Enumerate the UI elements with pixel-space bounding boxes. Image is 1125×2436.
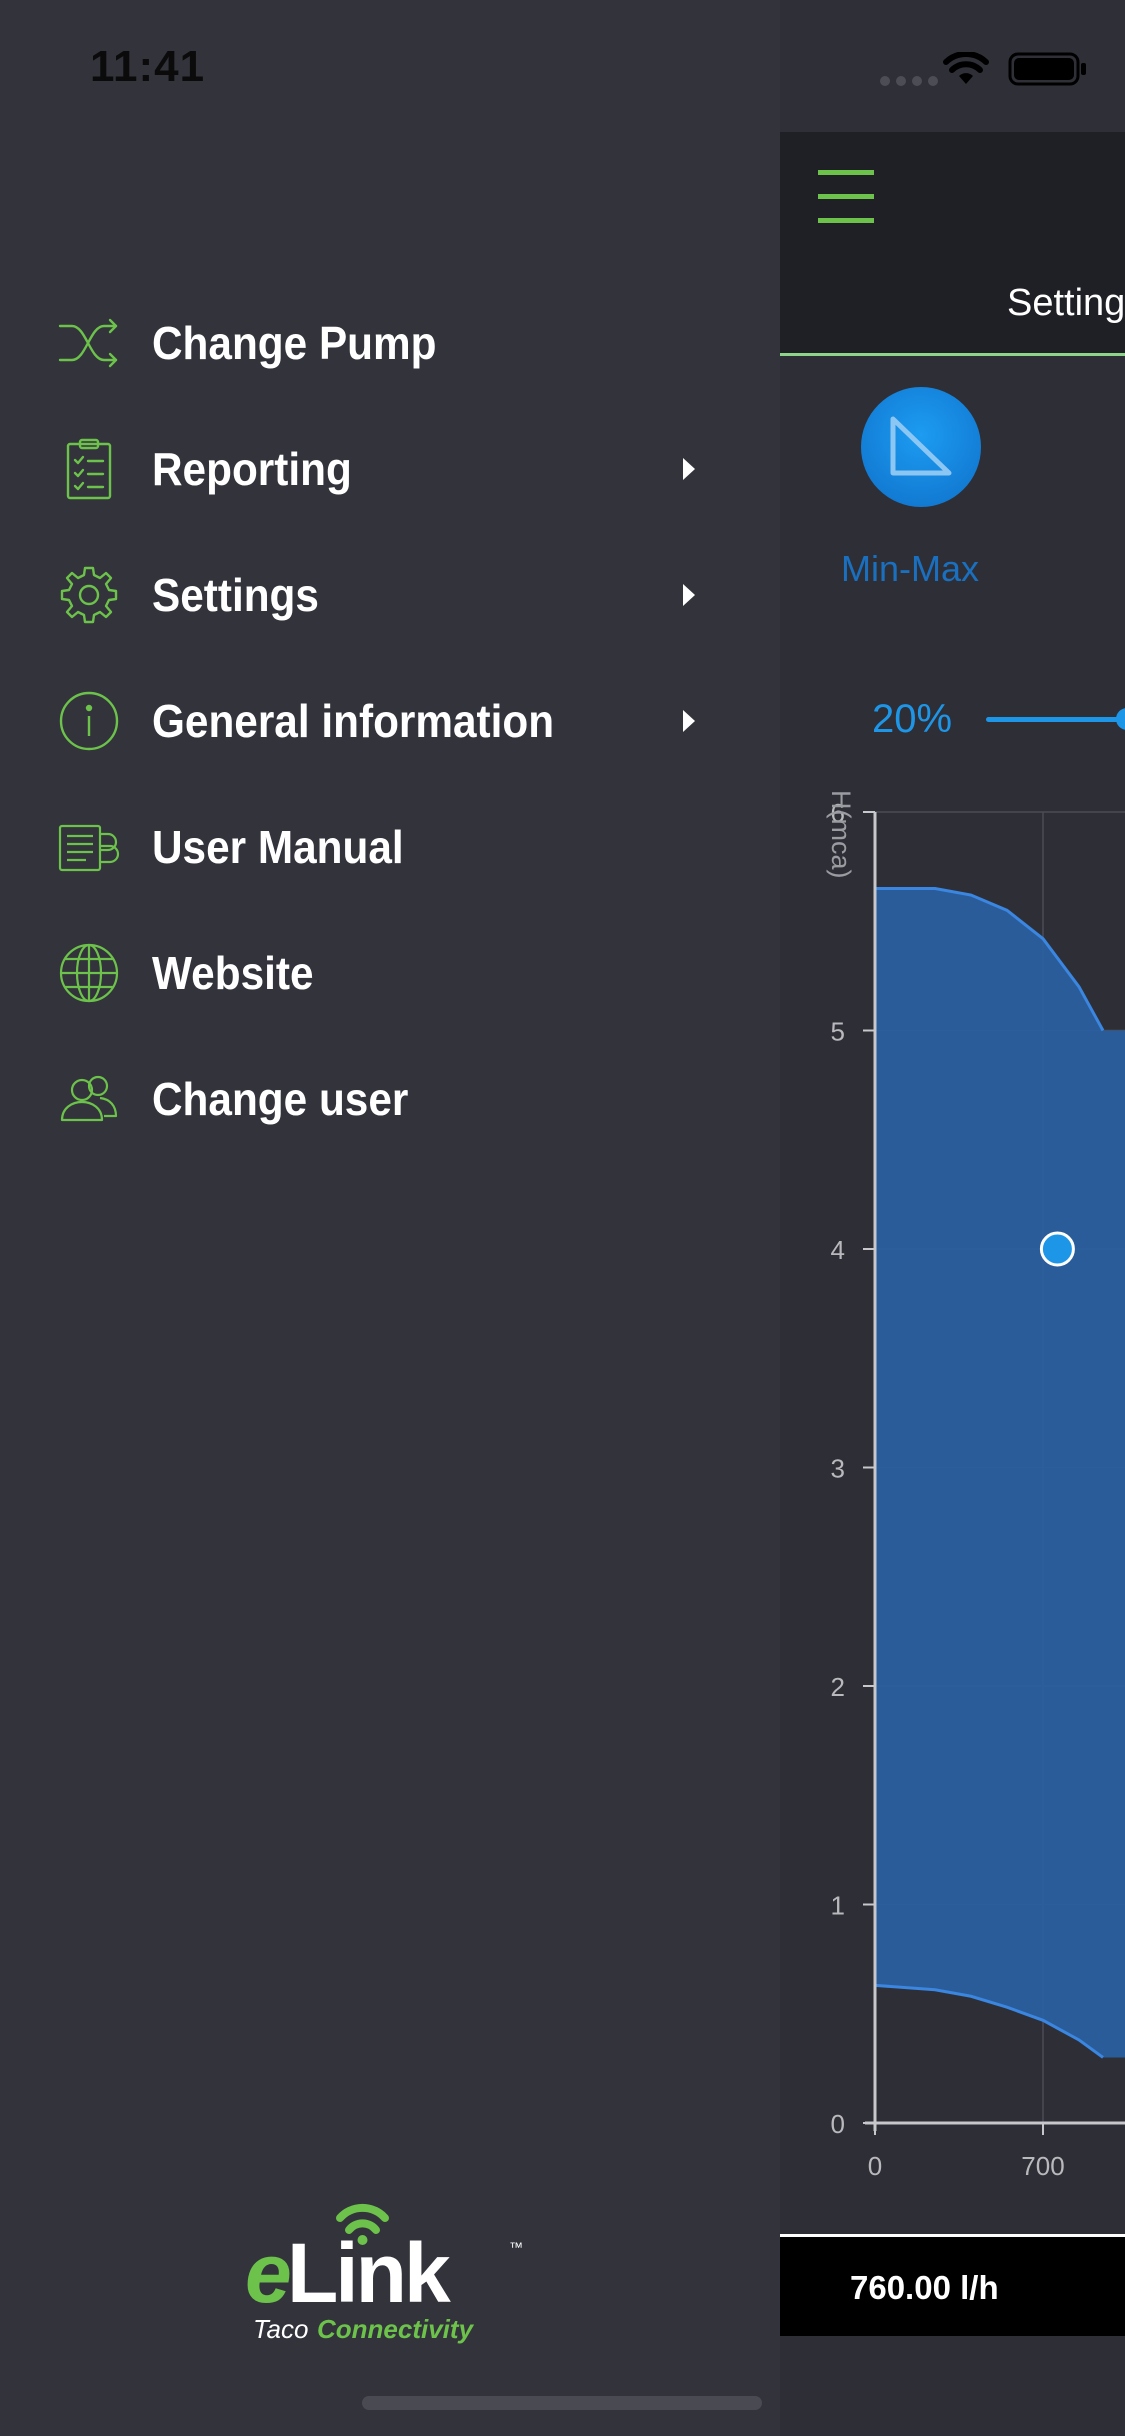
percent-slider-track[interactable] (986, 717, 1125, 722)
tab-setting[interactable]: Setting (1007, 282, 1125, 325)
menu-item-label: User Manual (152, 821, 404, 873)
home-indicator (362, 2396, 762, 2410)
y-tick-label: 3 (831, 1454, 845, 1484)
status-time: 11:41 (90, 42, 206, 91)
menu-item-label: Change user (152, 1073, 409, 1125)
manual-icon (58, 816, 120, 878)
pump-curve-chart: 01234560 700H(mca) (826, 790, 1125, 2180)
main-status-bar (780, 0, 1125, 132)
gear-icon (58, 564, 120, 626)
drawer-menu: Change Pump Reporting Settings General i… (0, 280, 780, 1162)
navigation-drawer: 11:41 Change Pump Reporting Settings Gen… (0, 0, 780, 2436)
svg-text:Connectivity: Connectivity (317, 2314, 475, 2344)
svg-text:Link: Link (287, 2226, 451, 2320)
curve-area (875, 888, 1125, 2058)
main-footer (780, 2336, 1125, 2436)
x-tick-label: 0 (868, 2151, 882, 2180)
y-axis-label: H(mca) (826, 790, 856, 879)
menu-item-label: General information (152, 695, 555, 747)
chevron-right-icon (683, 584, 695, 606)
menu-item-change-pump[interactable]: Change Pump (0, 280, 780, 406)
shuffle-icon (58, 312, 120, 374)
menu-item-label: Website (152, 947, 314, 999)
cellular-signal-icon (880, 76, 938, 86)
flow-bar: 760.00 l/h (780, 2234, 1125, 2339)
y-tick-label: 4 (831, 1235, 845, 1265)
y-tick-label: 5 (831, 1017, 845, 1047)
elink-logo: e Link ™ Taco Connectivity (245, 2203, 523, 2344)
clipboard-checklist-icon (58, 438, 120, 500)
min-max-mode-button[interactable] (861, 387, 981, 507)
chevron-right-icon (683, 458, 695, 480)
menu-item-reporting[interactable]: Reporting (0, 406, 780, 532)
globe-icon (58, 942, 120, 1004)
mode-label: Min-Max (841, 548, 980, 589)
y-tick-label: 2 (831, 1672, 845, 1702)
menu-item-label: Change Pump (152, 317, 437, 369)
menu-item-general-information[interactable]: General information (0, 658, 780, 784)
menu-item-label: Settings (152, 569, 319, 621)
y-tick-label: 1 (831, 1891, 845, 1921)
menu-item-website[interactable]: Website (0, 910, 780, 1036)
menu-item-user-manual[interactable]: User Manual (0, 784, 780, 910)
percent-value: 20% (872, 697, 953, 741)
menu-item-settings[interactable]: Settings (0, 532, 780, 658)
users-icon (58, 1068, 120, 1130)
flow-value: 760.00 l/h (850, 2269, 999, 2306)
menu-item-label: Reporting (152, 443, 352, 495)
info-icon (58, 690, 120, 752)
x-tick-label: 700 (1021, 2151, 1064, 2180)
min-max-curve-icon (890, 416, 952, 476)
svg-text:Taco: Taco (253, 2314, 308, 2344)
percent-slider-thumb[interactable] (1116, 708, 1125, 730)
menu-item-change-user[interactable]: Change user (0, 1036, 780, 1162)
chevron-right-icon (683, 710, 695, 732)
hamburger-menu-icon[interactable] (818, 168, 874, 226)
main-header: Setting (780, 132, 1125, 354)
battery-icon (1008, 52, 1086, 86)
svg-text:e: e (245, 2226, 290, 2320)
wifi-icon (943, 52, 989, 84)
main-screen: Setting Min-Max 20% 0 1 2 3 4 5 6 0 700 H(mca) 76… (780, 0, 1125, 2436)
svg-text:™: ™ (509, 2239, 523, 2255)
operating-point-marker (1039, 1231, 1075, 1267)
tab-indicator (780, 353, 1125, 356)
y-tick-label: 0 (831, 2109, 845, 2139)
